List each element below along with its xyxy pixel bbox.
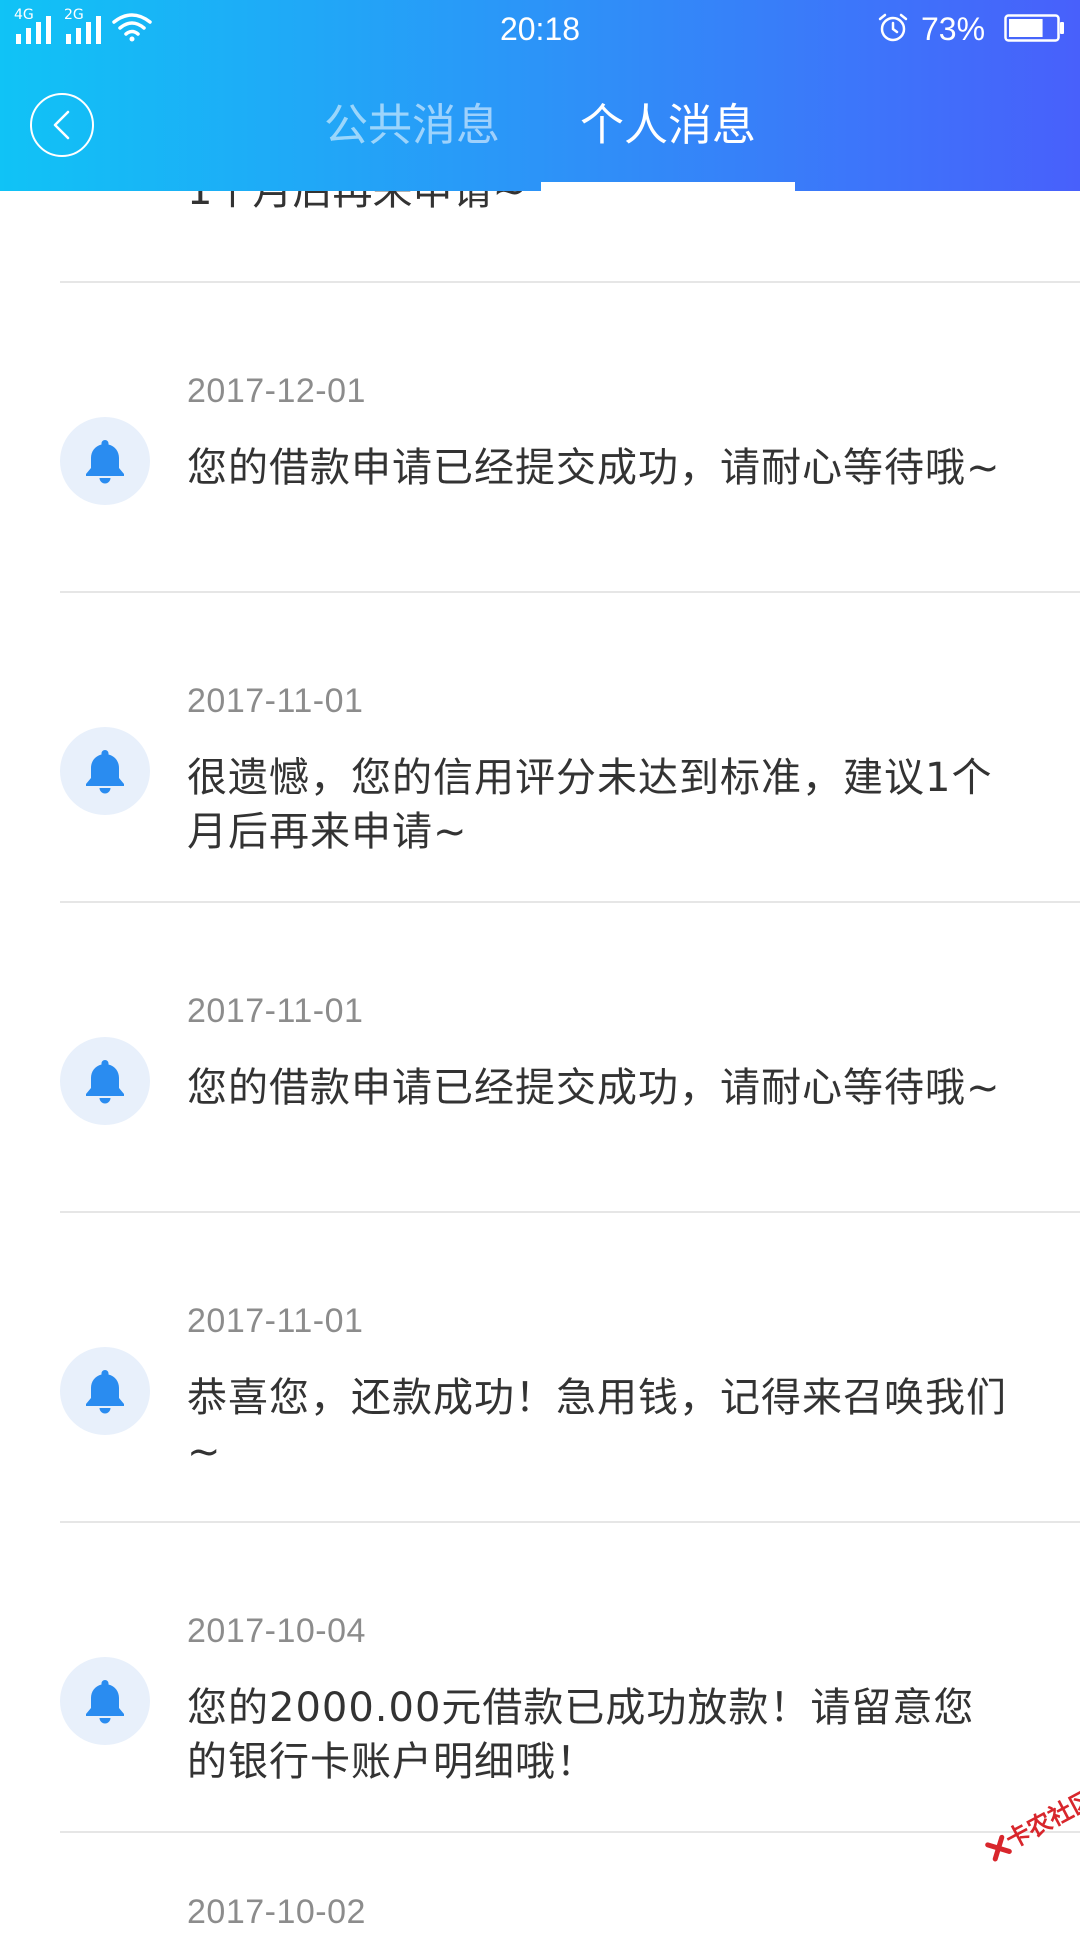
partial-message-date: 2017-10-02 (187, 1893, 366, 1931)
message-date: 2017-12-01 (187, 372, 366, 410)
divider (60, 591, 1080, 593)
message-date: 2017-11-01 (187, 1302, 364, 1340)
divider (60, 1831, 1080, 1833)
message-text: 很遗憾，您的信用评分未达到标准，建议1个月后再来申请~ (187, 755, 993, 855)
active-tab-indicator (541, 182, 795, 191)
divider (60, 1521, 1080, 1523)
message-text: 您的借款申请已经提交成功，请耐心等待哦~ (187, 445, 1001, 491)
battery-icon (1004, 14, 1064, 42)
message-text: 您的2000.00元借款已成功放款！请留意您的银行卡账户明细哦！ (187, 1685, 975, 1785)
bell-icon-badge (60, 1347, 150, 1435)
back-button[interactable] (30, 93, 94, 157)
bell-icon-badge (60, 1037, 150, 1125)
status-bar: 4G 2G 20:18 73% (0, 0, 1080, 56)
message-text: 您的借款申请已经提交成功，请耐心等待哦~ (187, 1065, 1001, 1111)
bell-icon (86, 1060, 124, 1104)
message-list[interactable]: 1个月后再来申请~ 2017-12-01 您的借款申请已经提交成功，请耐心等待哦… (0, 0, 1080, 1931)
divider (60, 1211, 1080, 1213)
tab-personal-messages[interactable]: 个人消息 (568, 96, 768, 156)
message-date: 2017-10-04 (187, 1612, 366, 1650)
divider (60, 281, 1080, 283)
tab-public-messages[interactable]: 公共消息 (312, 96, 512, 156)
alarm-clock-icon (878, 13, 908, 42)
bell-icon-badge (60, 727, 150, 815)
chevron-left-icon (53, 110, 70, 140)
message-text: 恭喜您，还款成功！急用钱，记得来召唤我们~ (187, 1375, 1007, 1475)
message-date: 2017-11-01 (187, 682, 364, 720)
battery-percentage: 73% (921, 11, 986, 47)
bell-icon (86, 1370, 124, 1414)
message-date: 2017-11-01 (187, 992, 364, 1030)
bell-icon-badge (60, 417, 150, 505)
divider (60, 901, 1080, 903)
bell-icon (86, 440, 124, 484)
status-time: 20:18 (499, 11, 581, 47)
app-header: 4G 2G 20:18 73% 公共消息 个人消息 (0, 0, 1080, 191)
bell-icon (86, 750, 124, 794)
bell-icon-badge (60, 1657, 150, 1745)
bell-icon (86, 1680, 124, 1724)
